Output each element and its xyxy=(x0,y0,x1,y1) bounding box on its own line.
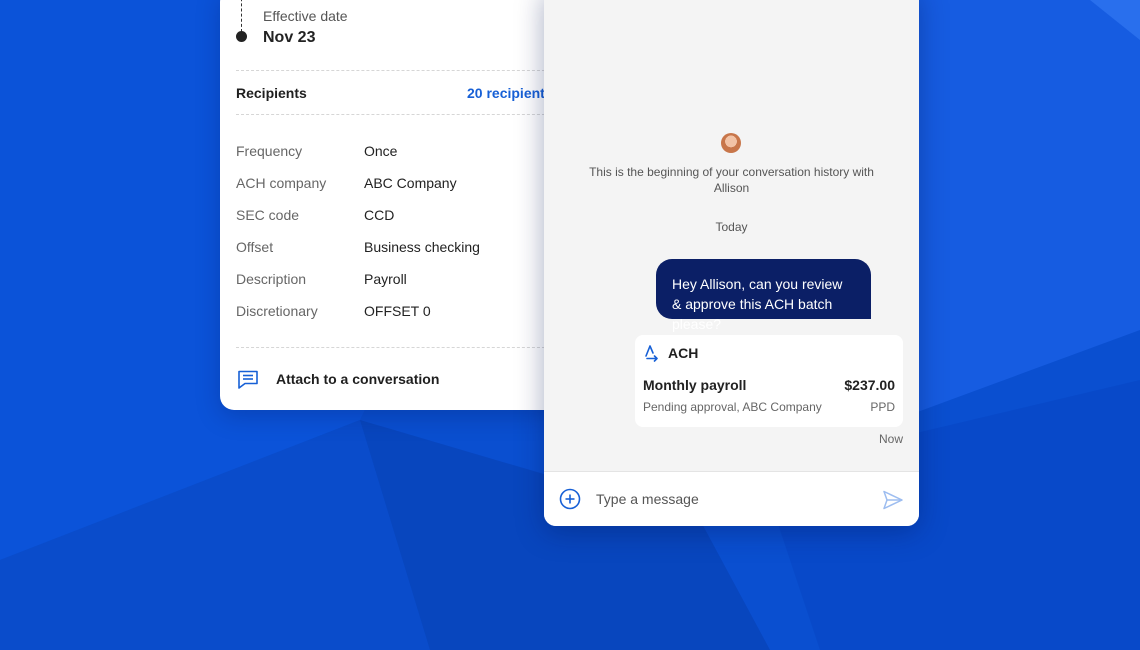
sent-message-bubble: Hey Allison, can you review & approve th… xyxy=(656,259,871,332)
message-timestamp: Now xyxy=(878,432,903,446)
detail-label: Description xyxy=(236,271,307,287)
ach-batch-type: PPD xyxy=(870,400,895,414)
send-icon[interactable] xyxy=(882,489,904,511)
timeline-dot xyxy=(236,31,247,42)
ach-attachment-card[interactable]: ACH Monthly payroll $237.00 Pending appr… xyxy=(635,335,903,427)
ach-batch-amount: $237.00 xyxy=(844,377,895,393)
ach-batch-status: Pending approval, ABC Company xyxy=(643,400,822,414)
message-composer xyxy=(544,471,919,526)
recipients-label: Recipients xyxy=(236,85,307,101)
detail-label: Offset xyxy=(236,239,274,255)
conversation-history-intro: This is the beginning of your conversati… xyxy=(589,165,874,195)
detail-value: Payroll xyxy=(364,271,407,287)
date-separator: Today xyxy=(715,220,748,234)
detail-value: Business checking xyxy=(364,239,480,255)
detail-label: Discretionary xyxy=(236,303,318,319)
detail-label: ACH company xyxy=(236,175,327,191)
detail-label: SEC code xyxy=(236,207,300,223)
effective-date-label: Effective date xyxy=(263,8,348,24)
divider xyxy=(236,70,560,71)
avatar xyxy=(721,133,741,153)
ach-batch-name: Monthly payroll xyxy=(643,377,747,393)
timeline-connector xyxy=(241,0,242,32)
ach-logo-icon xyxy=(645,345,658,362)
divider xyxy=(236,114,560,115)
attach-label: Attach to a conversation xyxy=(276,371,440,387)
detail-value: ABC Company xyxy=(364,175,457,191)
detail-label: Frequency xyxy=(236,143,303,159)
detail-value: OFFSET 0 xyxy=(364,303,431,319)
ach-card-header: ACH xyxy=(644,344,698,362)
detail-value: Once xyxy=(364,143,398,159)
plus-circle-icon[interactable] xyxy=(559,488,581,510)
effective-date-value: Nov 23 xyxy=(263,29,316,46)
recipients-link[interactable]: 20 recipients xyxy=(467,85,553,101)
attach-to-conversation-button[interactable]: Attach to a conversation xyxy=(236,366,439,392)
message-input[interactable] xyxy=(596,487,856,511)
chat-bubble-icon xyxy=(238,370,258,389)
ach-details-card: Effective date Nov 23 Recipients 20 reci… xyxy=(220,0,560,410)
conversation-panel: This is the beginning of your conversati… xyxy=(544,0,919,526)
ach-card-title: ACH xyxy=(668,345,699,361)
detail-value: CCD xyxy=(364,207,395,223)
divider xyxy=(236,347,560,348)
